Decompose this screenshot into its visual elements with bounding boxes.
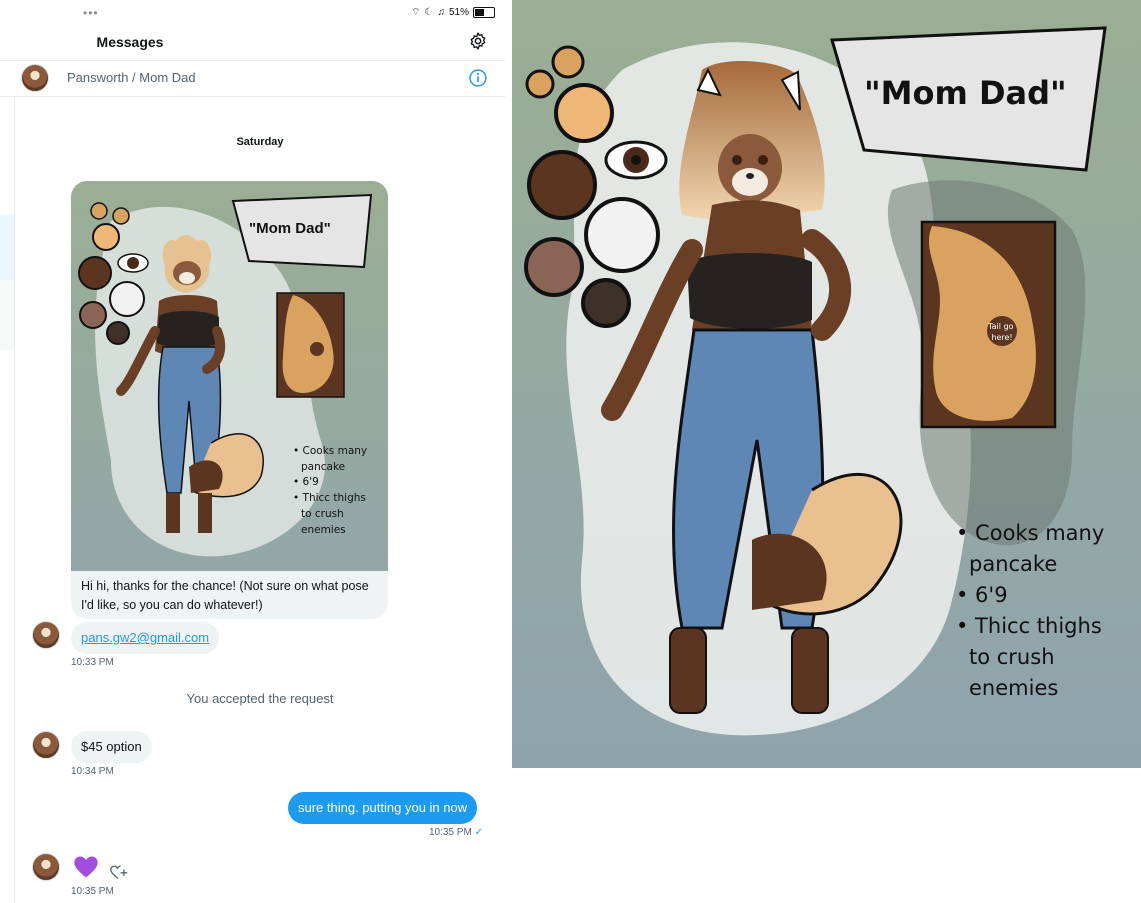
image-note: • 6'9 — [293, 476, 319, 488]
status-icons: ⌔ ☾ ♫ 51% — [411, 6, 495, 19]
avatar[interactable] — [21, 64, 49, 92]
dm-app: ••• ⌔ ☾ ♫ 51% Messages Pansworth / Mom D… — [0, 0, 505, 903]
conversation-header: Pansworth / Mom Dad — [15, 61, 505, 97]
system-message: You accepted the request — [186, 691, 334, 706]
battery-percent: 51% — [448, 7, 469, 18]
note-line: to crush — [969, 645, 1055, 669]
note-line: • Thicc thighs — [956, 614, 1102, 638]
artwork-title: "Mom Dad" — [864, 74, 1067, 112]
image-note: to crush — [301, 508, 344, 520]
timestamp: 10:34 PM — [71, 766, 114, 777]
note-line: enemies — [969, 676, 1059, 700]
messages-header: Messages — [0, 24, 505, 61]
divider — [14, 96, 15, 903]
avatar[interactable] — [32, 621, 60, 649]
moon-icon: ☾ — [424, 7, 434, 18]
page-title: Messages — [96, 34, 164, 50]
message-bubble-outgoing[interactable]: sure thing. putting you in now — [288, 792, 478, 824]
image-message[interactable]: "Mom Dad" • Cooks many pancake • 6'9 • T… — [71, 181, 388, 619]
multitask-dots[interactable]: ••• — [83, 6, 99, 20]
note-line: • 6'9 — [956, 583, 1008, 607]
image-note: pancake — [301, 461, 345, 473]
artwork-full: "Mom Dad" Tail go here! • Cooks many pan… — [512, 0, 1141, 768]
day-separator: Saturday — [236, 136, 284, 148]
headphones-icon: ♫ — [437, 7, 445, 18]
status-bar: ••• ⌔ ☾ ♫ 51% — [0, 0, 505, 24]
timestamp: 10:35 PM — [71, 886, 114, 897]
wifi-icon: ⌔ — [411, 7, 421, 18]
sidebar-edge — [0, 60, 14, 97]
email-link[interactable]: pans.gw2@gmail.com — [81, 630, 209, 645]
message-text: Hi hi, thanks for the chance! (Not sure … — [81, 579, 369, 612]
attached-image[interactable]: "Mom Dad" • Cooks many pancake • 6'9 • T… — [71, 181, 388, 571]
image-note: • Cooks many — [293, 445, 367, 457]
note-line: pancake — [969, 552, 1058, 576]
read-check-icon: ✓ — [474, 827, 483, 838]
timestamp-text: 10:35 PM — [429, 827, 472, 838]
image-note: • Thicc thighs — [293, 492, 366, 504]
battery-icon — [473, 7, 495, 18]
info-icon[interactable] — [468, 68, 488, 88]
message-bubble[interactable]: pans.gw2@gmail.com — [71, 622, 220, 654]
purple-heart-icon[interactable] — [72, 853, 100, 881]
artwork-notes: • Cooks many pancake • 6'9 • Thicc thigh… — [956, 518, 1104, 704]
avatar[interactable] — [32, 853, 60, 881]
avatar[interactable] — [32, 731, 60, 759]
conversation-name[interactable]: Pansworth / Mom Dad — [67, 70, 196, 85]
tail-note: here! — [991, 333, 1012, 342]
image-note: enemies — [301, 524, 346, 536]
tail-note: Tail go — [987, 322, 1014, 331]
timestamp: 10:35 PM ✓ — [429, 827, 483, 838]
add-reaction-icon[interactable] — [109, 863, 129, 881]
message-bubble[interactable]: $45 option — [71, 731, 152, 763]
image-title: "Mom Dad" — [249, 220, 331, 237]
note-line: • Cooks many — [956, 521, 1105, 545]
gear-icon[interactable] — [468, 31, 488, 51]
timestamp: 10:33 PM — [71, 657, 114, 668]
sidebar-item-selected[interactable] — [0, 215, 14, 280]
